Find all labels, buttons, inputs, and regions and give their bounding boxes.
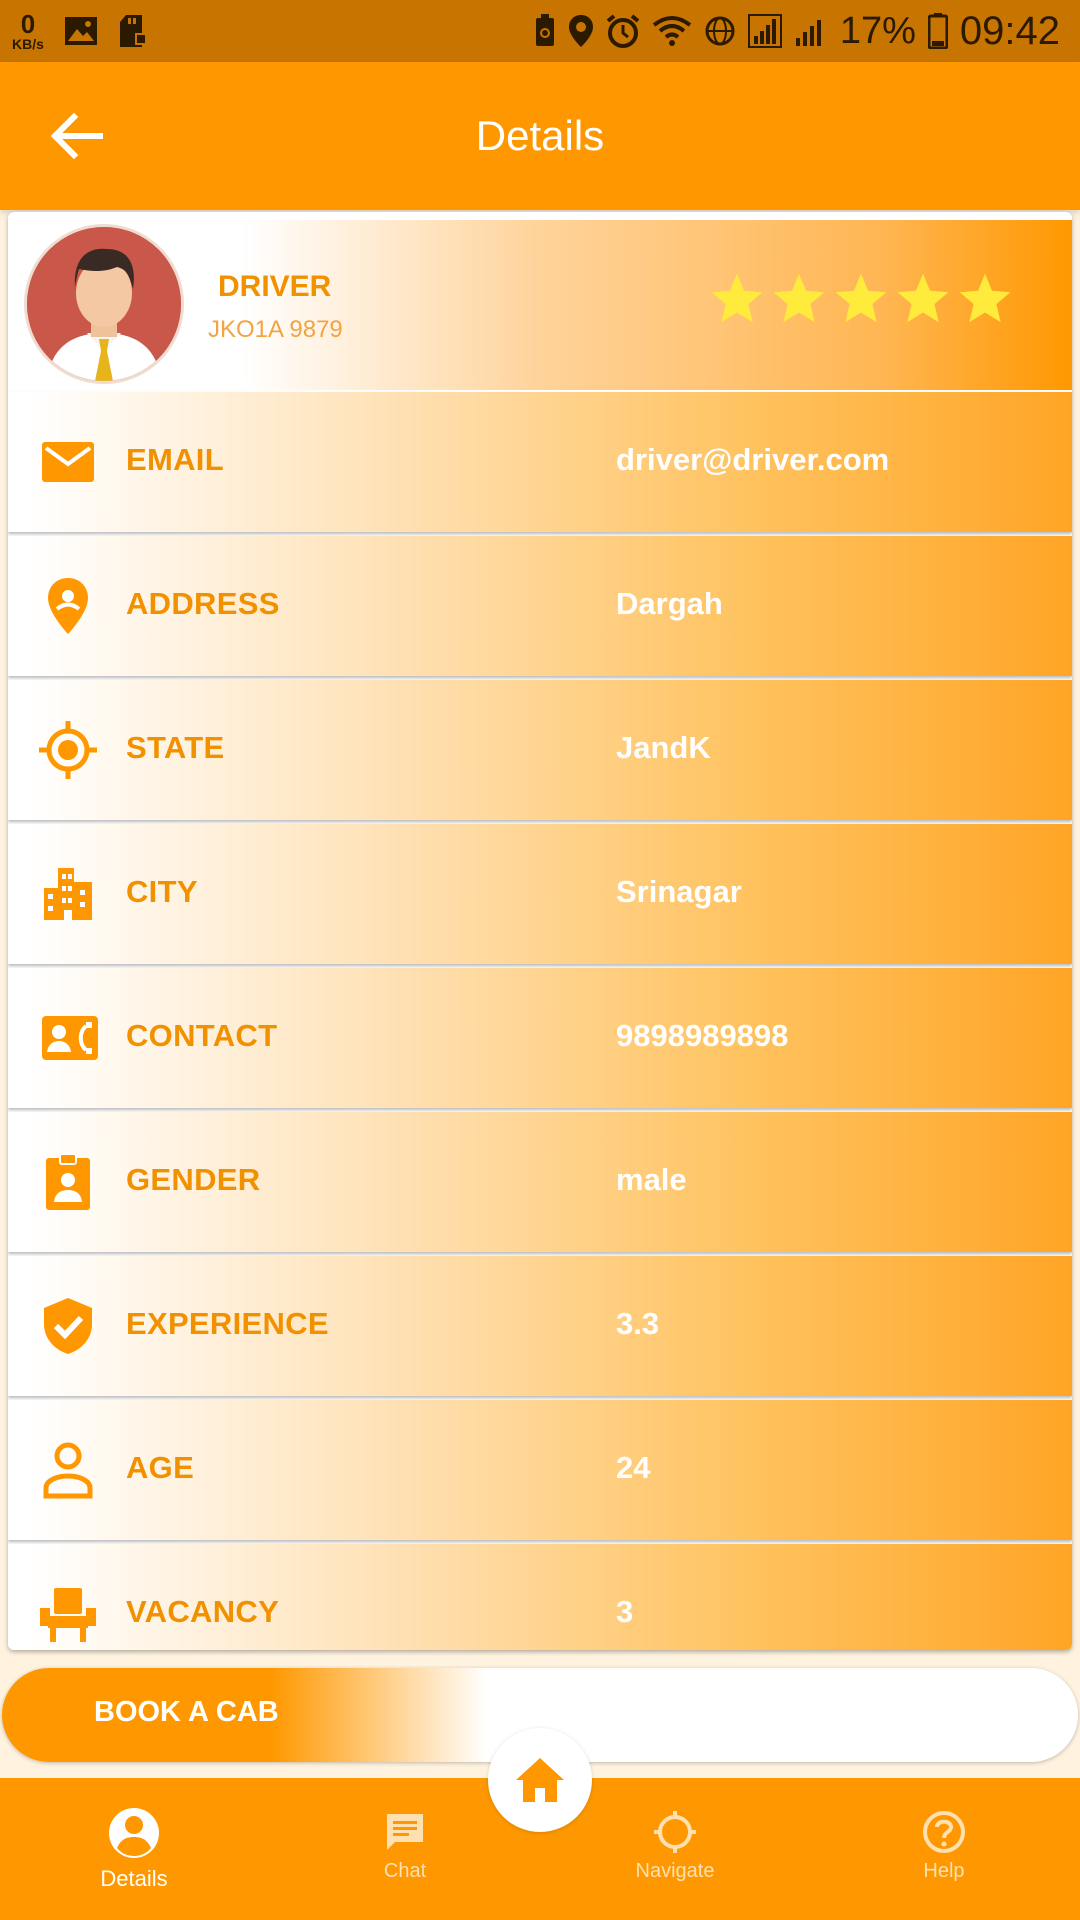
net-speed-value: 0 xyxy=(20,9,36,39)
nav-navigate-label: Navigate xyxy=(635,1860,715,1882)
location-pin-icon xyxy=(48,578,88,634)
detail-value: JandK xyxy=(616,730,711,765)
nav-chat-label: Chat xyxy=(383,1860,427,1882)
detail-row-age: AGE 24 xyxy=(8,1400,1072,1540)
nav-details-label: Details xyxy=(100,1866,168,1891)
page-title: Details xyxy=(475,112,605,159)
nav-chat[interactable]: Chat xyxy=(315,1810,495,1920)
home-icon xyxy=(516,1758,564,1802)
seat-icon xyxy=(40,1588,96,1642)
detail-value: 3.3 xyxy=(616,1306,660,1341)
email-icon xyxy=(42,442,94,482)
battery-icon xyxy=(927,13,948,49)
detail-value: 3 xyxy=(616,1594,634,1629)
net-speed-indicator: 0 KB/s xyxy=(12,11,44,51)
account-circle-icon xyxy=(109,1808,159,1858)
status-bar-right: 17% 09:42 xyxy=(534,6,1060,56)
nav-help[interactable]: Help xyxy=(854,1810,1034,1920)
detail-label: GENDER xyxy=(126,1162,261,1197)
net-speed-unit: KB/s xyxy=(12,36,44,52)
detail-value: 24 xyxy=(616,1450,651,1485)
signal-bars-icon xyxy=(795,20,821,46)
detail-row-state: STATE JandK xyxy=(8,680,1072,820)
recycle-icon xyxy=(535,14,554,46)
star-icon xyxy=(773,273,825,323)
detail-value: Srinagar xyxy=(616,874,742,909)
driver-avatar xyxy=(24,224,184,384)
badge-icon xyxy=(46,1153,90,1210)
detail-label: EXPERIENCE xyxy=(126,1306,329,1341)
detail-label: ADDRESS xyxy=(126,586,280,621)
person-icon xyxy=(43,1442,93,1499)
clock: 09:42 xyxy=(959,8,1060,53)
contact-phone-icon xyxy=(42,1016,98,1060)
sd-card-icon xyxy=(119,15,147,47)
navigate-icon xyxy=(654,1811,696,1853)
detail-value: driver@driver.com xyxy=(616,442,890,477)
detail-label: CITY xyxy=(126,874,198,909)
detail-row-contact: CONTACT 9898989898 xyxy=(8,968,1072,1108)
nav-details[interactable]: Details xyxy=(44,1806,224,1916)
building-icon xyxy=(44,868,92,920)
chat-icon xyxy=(387,1814,423,1850)
verified-shield-icon xyxy=(44,1298,92,1354)
detail-label: EMAIL xyxy=(126,442,224,477)
signal-icon xyxy=(747,14,782,48)
book-a-cab-label: BOOK A CAB xyxy=(94,1696,279,1728)
status-bar-left: 0 KB/s xyxy=(12,6,148,56)
nav-navigate[interactable]: Navigate xyxy=(585,1810,765,1920)
star-icon xyxy=(835,273,887,323)
star-icon xyxy=(711,273,763,323)
rating-stars xyxy=(708,270,1014,328)
gallery-icon xyxy=(64,17,97,45)
vehicle-number: JKO1A 9879 xyxy=(208,316,343,343)
detail-label: CONTACT xyxy=(126,1018,278,1053)
detail-label: AGE xyxy=(126,1450,195,1485)
driver-details-card: DRIVER JKO1A 9879 EMAIL driver@driver.co… xyxy=(8,212,1072,1650)
globe-icon xyxy=(705,16,735,46)
app-bar: Details xyxy=(0,62,1080,210)
driver-avatar-image xyxy=(27,227,181,381)
alarm-icon xyxy=(606,14,640,48)
detail-value: male xyxy=(616,1162,687,1197)
star-icon xyxy=(959,273,1011,323)
wifi-icon xyxy=(652,16,692,46)
location-icon xyxy=(568,15,593,47)
details-list: EMAIL driver@driver.com ADDRESS Dargah S… xyxy=(8,392,1072,1650)
help-icon xyxy=(923,1811,965,1853)
gps-target-icon xyxy=(39,721,97,779)
battery-percent: 17% xyxy=(839,9,916,52)
detail-value: 9898989898 xyxy=(616,1018,789,1053)
detail-row-city: CITY Srinagar xyxy=(8,824,1072,964)
detail-row-experience: EXPERIENCE 3.3 xyxy=(8,1256,1072,1396)
detail-row-email: EMAIL driver@driver.com xyxy=(8,392,1072,532)
detail-row-gender: GENDER male xyxy=(8,1112,1072,1252)
status-bar: 0 KB/s 17% 09:42 xyxy=(0,0,1080,62)
detail-value: Dargah xyxy=(616,586,723,621)
star-icon xyxy=(897,273,949,323)
detail-row-address: ADDRESS Dargah xyxy=(8,536,1072,676)
home-button[interactable] xyxy=(488,1728,592,1832)
driver-profile-header: DRIVER JKO1A 9879 xyxy=(8,220,1072,390)
detail-label: VACANCY xyxy=(126,1594,280,1629)
detail-label: STATE xyxy=(126,730,225,765)
detail-row-vacancy: VACANCY 3 xyxy=(8,1544,1072,1650)
driver-name: DRIVER xyxy=(218,270,332,303)
nav-help-label: Help xyxy=(923,1860,965,1882)
